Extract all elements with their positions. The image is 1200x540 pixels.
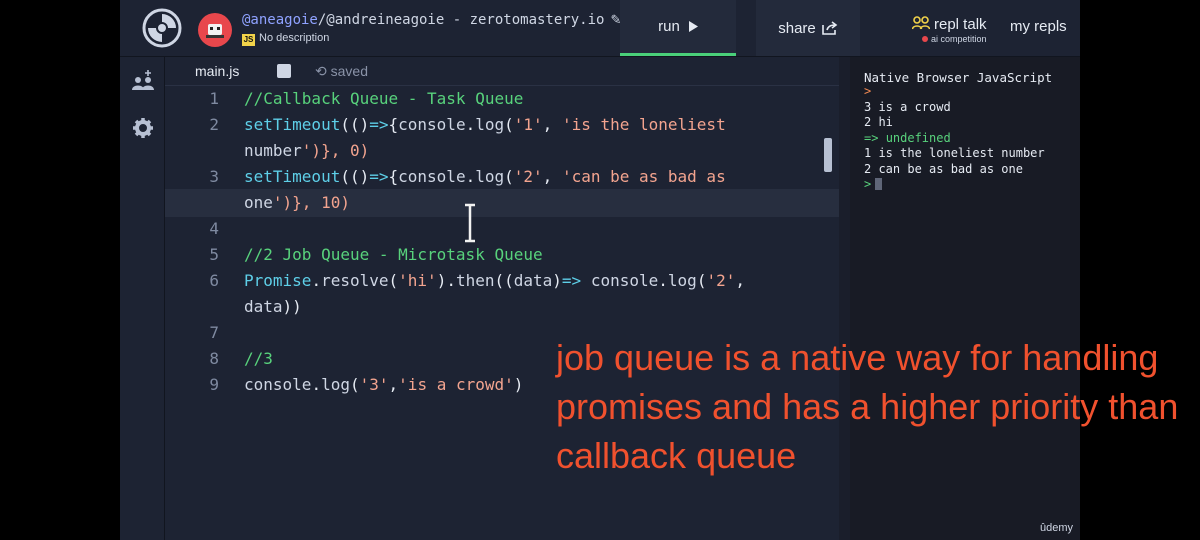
history-icon: ⟲	[315, 63, 327, 79]
line-number: 1	[209, 89, 219, 108]
run-button[interactable]: run	[620, 0, 736, 56]
repl-name: /@andreineagoie - zerotomastery.io	[317, 12, 605, 28]
live-dot-icon	[922, 36, 928, 42]
robot-icon	[206, 24, 224, 38]
console-prompt: >	[864, 84, 872, 98]
code-text: setTimeout(()=>{console.log('2', 'can be…	[244, 167, 726, 186]
line-number: 6	[209, 271, 219, 290]
gear-icon[interactable]	[132, 117, 154, 139]
save-status: ⟲ saved	[315, 63, 368, 80]
description-text: No description	[259, 32, 330, 44]
code-text: console.log('3','is a crowd')	[244, 375, 524, 394]
tab-main-js[interactable]: main.js	[195, 63, 239, 79]
people-icon	[911, 16, 931, 30]
share-icon	[821, 21, 838, 35]
replit-logo-icon[interactable]	[142, 8, 182, 48]
console-result-line: => undefined	[864, 131, 951, 146]
repl-description[interactable]: JS No description	[242, 32, 329, 46]
line-number: 3	[209, 167, 219, 186]
code-text: //2 Job Queue - Microtask Queue	[244, 245, 543, 264]
line-number: 4	[209, 219, 219, 238]
repl-talk-sub-text: ai competition	[931, 34, 987, 44]
console-title: Native Browser JavaScript	[864, 70, 1053, 85]
code-text: number')}, 0)	[244, 141, 370, 160]
save-status-text: saved	[330, 63, 368, 79]
my-repls-link[interactable]: my repls	[1010, 18, 1067, 35]
share-button[interactable]: share	[756, 0, 860, 56]
line-number: 2	[209, 115, 219, 134]
code-text: Promise.resolve('hi').then((data)=> cons…	[244, 271, 745, 290]
js-badge: JS	[242, 34, 255, 46]
sidebar	[120, 57, 165, 540]
user-link[interactable]: @aneagoie	[242, 12, 318, 28]
console-caret	[875, 178, 883, 190]
result-value: undefined	[885, 131, 951, 145]
console-output-line: 1 is the loneliest number	[864, 146, 1045, 160]
top-bar: @aneagoie/@andreineagoie - zerotomastery…	[120, 0, 1080, 57]
console-output-line: 2 hi	[864, 115, 893, 129]
editor-scrollbar[interactable]	[824, 138, 832, 172]
code-text: //3	[244, 349, 273, 368]
repl-talk-link[interactable]: repl talk ai competition	[911, 16, 987, 44]
repl-talk-label: repl talk	[934, 16, 987, 33]
share-label: share	[778, 19, 816, 37]
file-tabs: main.js ⟲ saved	[165, 57, 839, 86]
run-label: run	[658, 18, 680, 35]
code-text: one')}, 10)	[244, 193, 350, 212]
console-output-line: 2 can be as bad as one	[864, 162, 1023, 176]
file-menu-icon[interactable]	[277, 64, 291, 78]
overlay-caption: job queue is a native way for handling p…	[556, 337, 1179, 476]
line-number: 7	[209, 323, 219, 342]
console-prompt: >	[864, 177, 872, 191]
udemy-watermark: ûdemy	[1040, 522, 1074, 534]
repl-talk-sub: ai competition	[922, 34, 987, 44]
code-text: setTimeout(()=>{console.log('1', 'is the…	[244, 115, 726, 134]
console-output-line: 3 is a crowd	[864, 100, 951, 114]
line-number: 5	[209, 245, 219, 264]
users-icon[interactable]	[132, 69, 154, 91]
repl-path: @aneagoie/@andreineagoie - zerotomastery…	[242, 12, 621, 28]
avatar[interactable]	[198, 13, 232, 47]
result-arrow: =>	[864, 131, 879, 145]
code-text: data))	[244, 297, 302, 316]
code-text: //Callback Queue - Task Queue	[244, 89, 524, 108]
line-number: 9	[209, 375, 219, 394]
play-icon	[688, 21, 698, 32]
console-input-line[interactable]: >	[864, 177, 883, 192]
text-cursor-icon	[465, 203, 475, 243]
line-number: 8	[209, 349, 219, 368]
